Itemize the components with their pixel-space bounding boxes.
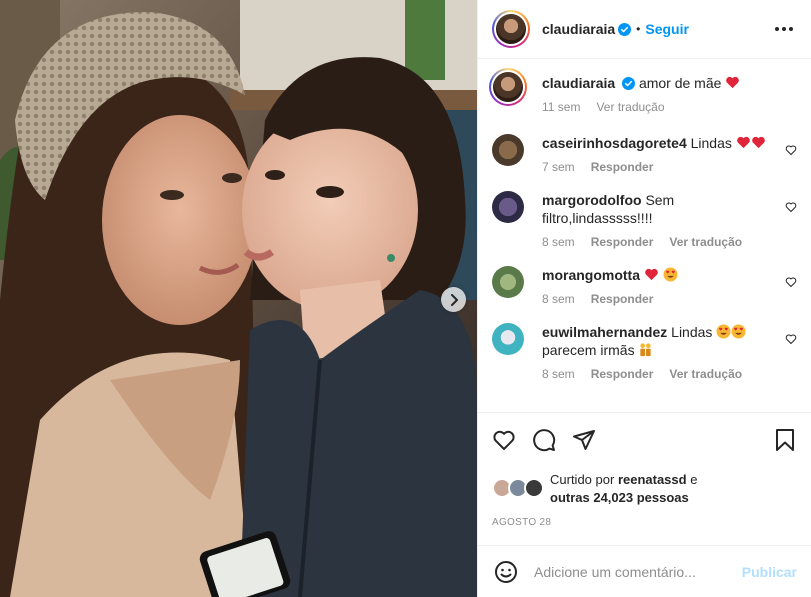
verified-icon [622, 77, 636, 91]
more-icon [775, 27, 779, 32]
comment-item: margorodolfoo Sem filtro,lindasssss!!!! … [492, 191, 797, 249]
red-heart-emoji-icon [645, 269, 658, 281]
emoji-icon[interactable] [494, 560, 518, 584]
likes-summary: Curtido por reenatassd e outras 24,023 p… [492, 471, 797, 507]
comment-time[interactable]: 8 sem [542, 292, 575, 306]
post-header: claudiaraia • Seguir [478, 0, 811, 60]
caption-avatar[interactable] [489, 68, 527, 107]
bookmark-icon[interactable] [773, 428, 797, 452]
follow-button[interactable]: Seguir [645, 21, 689, 37]
heart-eyes-emoji-icon [663, 267, 678, 283]
caption-text: amor de mãe [638, 75, 722, 92]
liker-username[interactable]: reenatassd [618, 472, 687, 487]
comment-text-line2: parecem irmãs [542, 342, 635, 359]
header-separator: • [636, 22, 641, 37]
heart-eyes-emoji-icon [716, 324, 731, 340]
photo-image [0, 0, 477, 597]
comment-text: Lindas [690, 135, 732, 152]
caption: claudiaraia amor de mãe 11 sem Ver tradu… [489, 68, 797, 114]
two-women-emoji-icon [640, 343, 652, 357]
post-photo[interactable] [0, 0, 477, 597]
likes-joiner: e [690, 472, 698, 488]
comments-list[interactable]: claudiaraia amor de mãe 11 sem Ver tradu… [478, 59, 811, 412]
reply-button[interactable]: Responder [591, 160, 654, 174]
like-comment-heart-icon[interactable] [785, 276, 797, 288]
verified-icon [618, 22, 632, 36]
like-comment-heart-icon[interactable] [785, 201, 797, 213]
like-comment-heart-icon[interactable] [785, 333, 797, 345]
chevron-right-icon [450, 293, 458, 306]
caption-username[interactable]: claudiaraia [542, 75, 615, 91]
reply-button[interactable]: Responder [591, 235, 654, 249]
heart-eyes-emoji-icon [731, 324, 746, 340]
commenter-username[interactable]: euwilmahernandez [542, 324, 667, 340]
post-date[interactable]: AGOSTO 28 [492, 517, 797, 528]
heart-icon[interactable] [492, 428, 516, 452]
caption-translate-link[interactable]: Ver tradução [596, 100, 664, 114]
commenter-avatar[interactable] [492, 191, 524, 224]
translate-link[interactable]: Ver tradução [669, 235, 742, 249]
red-heart-emoji-icon [751, 137, 765, 149]
commenter-username[interactable]: margorodolfoo [542, 192, 642, 208]
commenter-avatar[interactable] [492, 134, 524, 167]
comment-time[interactable]: 8 sem [542, 235, 575, 249]
comment-item: morangomotta 8 sem Responder [492, 266, 797, 306]
reply-button[interactable]: Responder [591, 292, 654, 306]
likes-prefix: Curtido por [550, 472, 615, 488]
commenter-avatar[interactable] [492, 266, 524, 299]
more-options-button[interactable] [771, 23, 797, 35]
commenter-avatar[interactable] [492, 323, 524, 356]
publish-button[interactable]: Publicar [742, 564, 797, 580]
translate-link[interactable]: Ver tradução [669, 367, 742, 381]
action-bar [492, 427, 797, 453]
comment-icon[interactable] [532, 428, 556, 452]
like-comment-heart-icon[interactable] [785, 144, 797, 156]
comment-item: euwilmahernandez Lindas parecem irmãs 8 … [492, 323, 797, 381]
likes-others-link[interactable]: outras 24,023 pessoas [550, 490, 689, 505]
reply-button[interactable]: Responder [591, 367, 654, 381]
comment-item: caseirinhosdagorete4 Lindas 7 sem Respon… [492, 134, 797, 174]
post-sidebar: claudiaraia • Seguir claudiaraia amor de… [477, 0, 811, 597]
liker-avatars[interactable] [492, 478, 546, 500]
comment-text: Lindas [671, 324, 713, 341]
author-avatar[interactable] [492, 10, 530, 49]
post-modal: claudiaraia • Seguir claudiaraia amor de… [0, 0, 811, 597]
commenter-username[interactable]: caseirinhosdagorete4 [542, 135, 687, 151]
share-icon[interactable] [572, 428, 596, 452]
red-heart-emoji-icon [726, 77, 740, 89]
author-username[interactable]: claudiaraia [542, 21, 615, 37]
comment-time[interactable]: 8 sem [542, 367, 575, 381]
comment-input[interactable] [534, 563, 742, 580]
next-photo-button[interactable] [441, 287, 466, 312]
commenter-username[interactable]: morangomotta [542, 267, 640, 283]
caption-time[interactable]: 11 sem [542, 100, 580, 114]
red-heart-emoji-icon [736, 137, 750, 149]
add-comment-bar: Publicar [478, 545, 811, 597]
comment-time[interactable]: 7 sem [542, 160, 575, 174]
